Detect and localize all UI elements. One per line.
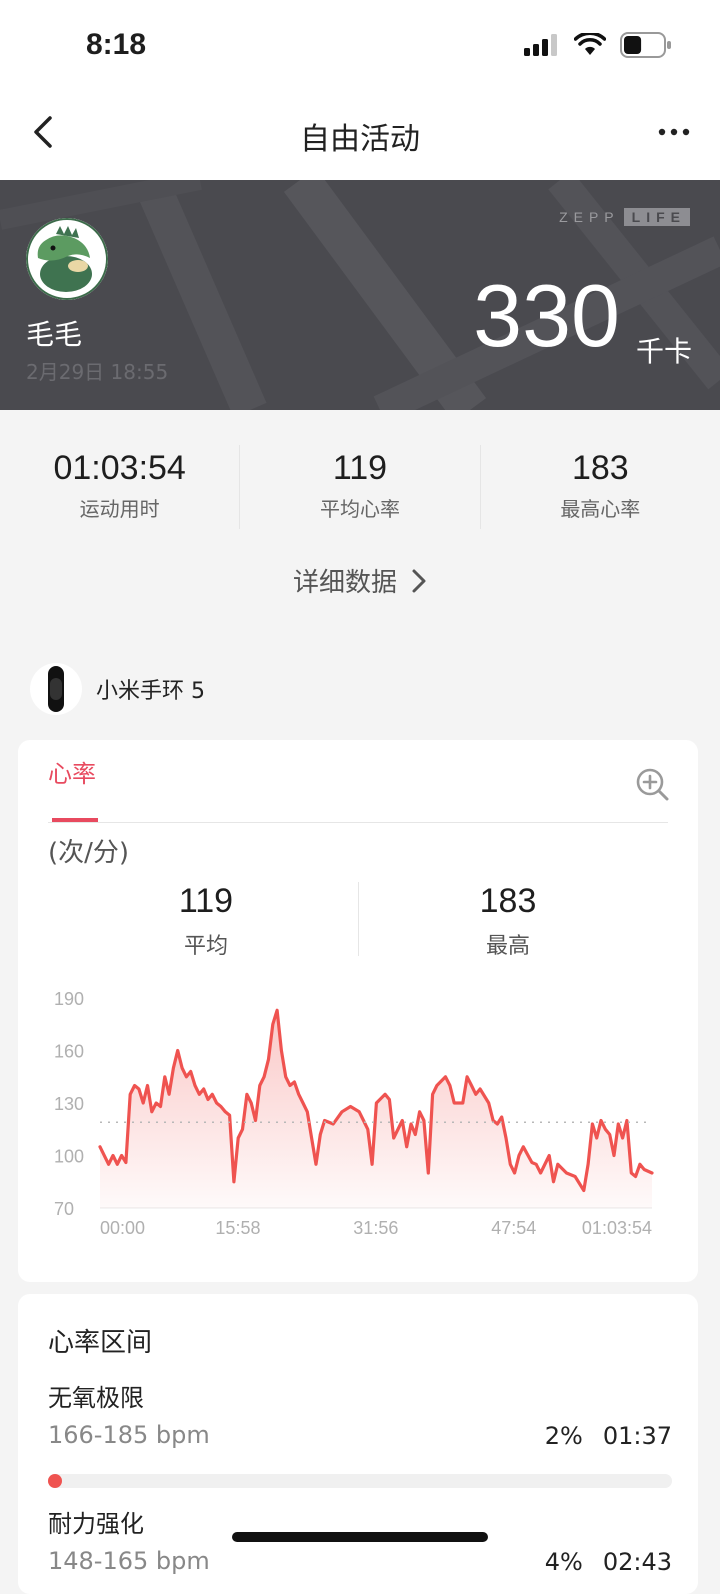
zones-title: 心率区间 <box>48 1328 153 1358</box>
hr-average-value: 119 <box>178 882 234 920</box>
hr-max-value: 183 <box>479 882 537 920</box>
stat-label: 最高心率 <box>560 497 641 521</box>
x-tick-label: 01:03:54 <box>582 1218 652 1238</box>
status-icons <box>524 32 672 58</box>
zone-time: 02:43 <box>602 1548 672 1576</box>
y-tick-label: 160 <box>54 1042 84 1062</box>
x-tick-label: 47:54 <box>491 1218 536 1238</box>
wifi-icon <box>574 33 606 55</box>
hr-max: 183 最高 <box>358 878 658 960</box>
zone-name: 无氧极限 <box>48 1384 144 1412</box>
stat-duration: 01:03:54 运动用时 <box>0 445 241 529</box>
x-tick-label: 00:00 <box>100 1218 145 1238</box>
hr-max-label: 最高 <box>485 934 530 959</box>
y-tick-label: 100 <box>54 1147 84 1167</box>
tab-heart-rate[interactable]: 心率 <box>48 754 96 789</box>
stat-avg-heart-rate: 119 平均心率 <box>240 445 481 529</box>
zone-percent: 4% <box>544 1548 583 1576</box>
zoom-in-icon[interactable] <box>634 766 670 802</box>
zone-progress-bar <box>48 1474 672 1488</box>
home-indicator <box>232 1532 488 1542</box>
device-name: 小米手环 5 <box>96 679 205 704</box>
hr-average-label: 平均 <box>183 934 228 959</box>
calorie-value: 330 <box>473 266 620 365</box>
activity-hero-banner: ZEPP LIFE 毛毛 2月29日 18:55 330 千卡 <box>0 180 720 410</box>
y-tick-label: 130 <box>54 1094 84 1114</box>
zone-time: 01:37 <box>602 1422 672 1450</box>
x-tick-label: 31:56 <box>353 1218 398 1238</box>
battery-icon <box>620 32 671 58</box>
y-tick-label: 190 <box>54 989 84 1009</box>
dinosaur-avatar-icon <box>26 218 108 300</box>
avatar[interactable] <box>26 218 108 300</box>
user-name: 毛毛 <box>26 318 83 351</box>
tab-active-indicator <box>52 818 98 822</box>
stat-label: 平均心率 <box>319 497 400 521</box>
nav-bar: 自由活动 <box>0 96 720 180</box>
x-tick-label: 15:58 <box>215 1218 260 1238</box>
zone-percent: 2% <box>544 1422 583 1450</box>
stat-value: 01:03:54 <box>53 449 186 487</box>
stat-value: 119 <box>332 449 388 487</box>
stat-value: 183 <box>571 449 629 487</box>
activity-date: 2月29日 18:55 <box>26 360 169 384</box>
details-link[interactable]: 详细数据 <box>0 562 720 599</box>
calorie-unit: 千卡 <box>635 335 692 368</box>
y-tick-label: 70 <box>54 1199 74 1219</box>
heart-rate-card: 心率 (次/分) 119 平均 183 最高 190 160 130 100 70 00:… <box>18 740 698 1282</box>
heart-rate-zones-card: 心率区间 无氧极限 166-185 bpm 2% 01:37 耐力强化 148-… <box>18 1294 698 1594</box>
details-link-label: 详细数据 <box>292 568 397 598</box>
band-device-icon <box>30 663 82 715</box>
hr-average: 119 平均 <box>56 878 356 960</box>
heart-rate-chart: 190 160 130 100 70 00:00 15:58 31:56 47:54 01:03:… <box>54 989 654 1238</box>
tab-divider <box>48 822 668 823</box>
heart-rate-unit: (次/分) <box>48 838 130 868</box>
stat-max-heart-rate: 183 最高心率 <box>481 445 720 529</box>
status-time: 8:18 <box>86 28 147 61</box>
more-options-icon[interactable] <box>658 118 690 146</box>
status-bar: 8:18 <box>0 0 720 96</box>
device-row: 小米手环 5 <box>30 662 205 716</box>
zone-progress-fill <box>48 1474 62 1488</box>
zepp-life-logo: ZEPP LIFE <box>559 208 690 226</box>
stat-label: 运动用时 <box>79 497 160 521</box>
page-title: 自由活动 <box>300 122 420 157</box>
chevron-right-icon <box>412 569 426 592</box>
zone-item: 无氧极限 166-185 bpm 2% 01:37 <box>48 1378 672 1488</box>
cellular-signal-icon <box>524 34 557 56</box>
summary-stats: 01:03:54 运动用时 119 平均心率 183 最高心率 <box>0 445 720 529</box>
